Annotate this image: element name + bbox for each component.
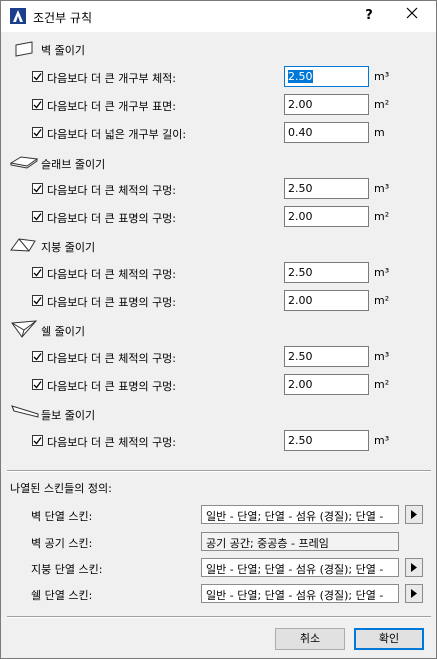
wall-surface-field[interactable]: 2.00 bbox=[284, 94, 369, 115]
shell-insulation-skin-select[interactable]: 일반 - 단열; 단열 - 섬유 (경질); 단열 - bbox=[201, 584, 399, 603]
shell-insulation-skin-button[interactable] bbox=[405, 584, 423, 603]
window-title: 조건부 규칙 bbox=[33, 11, 93, 25]
beam-volume-checkbox[interactable] bbox=[32, 435, 43, 446]
check-icon bbox=[33, 101, 42, 109]
wall-volume-checkbox[interactable] bbox=[32, 71, 43, 82]
check-icon bbox=[33, 129, 42, 137]
unit-label: m³ bbox=[374, 70, 390, 83]
unit-label: m bbox=[374, 126, 385, 139]
section-label-slab: 슬래브 줄이기 bbox=[41, 158, 106, 171]
unit-label: m³ bbox=[374, 266, 390, 279]
shell-volume-checkbox[interactable] bbox=[32, 351, 43, 362]
wall-insulation-skin-button[interactable] bbox=[405, 505, 423, 524]
shell-surface-field[interactable]: 2.00 bbox=[284, 374, 369, 395]
unit-label: m³ bbox=[374, 434, 390, 447]
check-icon bbox=[33, 297, 42, 305]
row-label: 다음보다 더 큰 개구부 표면: bbox=[47, 100, 177, 113]
skin-label: 쉘 단열 스킨: bbox=[31, 589, 93, 602]
roof-volume-checkbox[interactable] bbox=[32, 267, 43, 278]
skin-label: 벽 공기 스킨: bbox=[31, 537, 93, 550]
title-bar: 조건부 규칙 ? bbox=[1, 1, 436, 32]
check-icon bbox=[33, 381, 42, 389]
skin-label: 벽 단열 스킨: bbox=[31, 510, 93, 523]
check-icon bbox=[33, 73, 42, 81]
check-icon bbox=[33, 269, 42, 277]
close-icon bbox=[406, 7, 418, 19]
row-label: 다음보다 더 큰 개구부 체적: bbox=[47, 72, 177, 85]
row-label: 다음보다 더 큰 체적의 구멍: bbox=[47, 268, 177, 281]
row-label: 다음보다 더 큰 체적의 구멍: bbox=[47, 352, 177, 365]
play-arrow-icon bbox=[411, 563, 417, 572]
unit-label: m² bbox=[374, 294, 390, 307]
roof-surface-checkbox[interactable] bbox=[32, 295, 43, 306]
skin-label: 지붕 단열 스킨: bbox=[31, 563, 103, 576]
slab-volume-field[interactable]: 2.50 bbox=[284, 178, 369, 199]
row-label: 다음보다 더 큰 체적의 구멍: bbox=[47, 436, 177, 449]
unit-label: m³ bbox=[374, 182, 390, 195]
play-arrow-icon bbox=[411, 589, 417, 598]
play-arrow-icon bbox=[411, 510, 417, 519]
beam-volume-field[interactable]: 2.50 bbox=[284, 430, 369, 451]
wall-insulation-skin-select[interactable]: 일반 - 단열; 단열 - 섬유 (경질); 단열 - bbox=[201, 505, 399, 524]
wall-surface-checkbox[interactable] bbox=[32, 99, 43, 110]
slab-surface-field[interactable]: 2.00 bbox=[284, 206, 369, 227]
help-button[interactable]: ? bbox=[359, 6, 379, 26]
archicad-app-icon bbox=[10, 8, 26, 24]
section-label-roof: 지붕 줄이기 bbox=[41, 241, 96, 254]
slab-volume-checkbox[interactable] bbox=[32, 183, 43, 194]
roof-icon bbox=[9, 236, 39, 257]
section-label-shell: 쉘 줄이기 bbox=[41, 325, 85, 338]
unit-label: m² bbox=[374, 98, 390, 111]
row-label: 다음보다 더 큰 표명의 구멍: bbox=[47, 212, 177, 225]
roof-surface-field[interactable]: 2.00 bbox=[284, 290, 369, 311]
shell-volume-field[interactable]: 2.50 bbox=[284, 346, 369, 367]
unit-label: m² bbox=[374, 210, 390, 223]
wall-volume-field[interactable]: 2.50 bbox=[284, 66, 369, 87]
wall-length-field[interactable]: 0.40 bbox=[284, 122, 369, 143]
skins-heading: 나열된 스킨들의 정의: bbox=[10, 482, 112, 495]
slab-surface-checkbox[interactable] bbox=[32, 211, 43, 222]
close-button[interactable] bbox=[401, 6, 423, 26]
wall-icon bbox=[14, 41, 36, 60]
beam-icon bbox=[10, 403, 40, 422]
separator bbox=[7, 470, 431, 472]
cancel-button[interactable]: 취소 bbox=[275, 628, 345, 650]
section-label-beam: 들보 줄이기 bbox=[41, 409, 96, 422]
roof-insulation-skin-select[interactable]: 일반 - 단열; 단열 - 섬유 (경질); 단열 - bbox=[201, 558, 399, 577]
roof-volume-field[interactable]: 2.50 bbox=[284, 262, 369, 283]
roof-insulation-skin-button[interactable] bbox=[405, 558, 423, 577]
wall-length-checkbox[interactable] bbox=[32, 127, 43, 138]
section-label-wall: 벽 줄이기 bbox=[41, 44, 85, 57]
row-label: 다음보다 더 넓은 개구부 길이: bbox=[47, 128, 187, 141]
unit-label: m³ bbox=[374, 350, 390, 363]
ok-button[interactable]: 확인 bbox=[354, 628, 424, 650]
row-label: 다음보다 더 큰 표명의 구멍: bbox=[47, 296, 177, 309]
shell-icon bbox=[10, 319, 40, 342]
check-icon bbox=[33, 213, 42, 221]
check-icon bbox=[33, 185, 42, 193]
unit-label: m² bbox=[374, 378, 390, 391]
check-icon bbox=[33, 437, 42, 445]
row-label: 다음보다 더 큰 표명의 구멍: bbox=[47, 380, 177, 393]
separator bbox=[7, 616, 431, 618]
shell-surface-checkbox[interactable] bbox=[32, 379, 43, 390]
dialog-window: 조건부 규칙 ? 벽 줄이기 다음보다 더 큰 개구부 체적: 2.50 m³ … bbox=[0, 0, 437, 659]
wall-air-skin-field: 공기 공간; 중공층 - 프레임 bbox=[201, 532, 399, 551]
row-label: 다음보다 더 큰 체적의 구멍: bbox=[47, 184, 177, 197]
slab-icon bbox=[9, 154, 39, 173]
check-icon bbox=[33, 353, 42, 361]
